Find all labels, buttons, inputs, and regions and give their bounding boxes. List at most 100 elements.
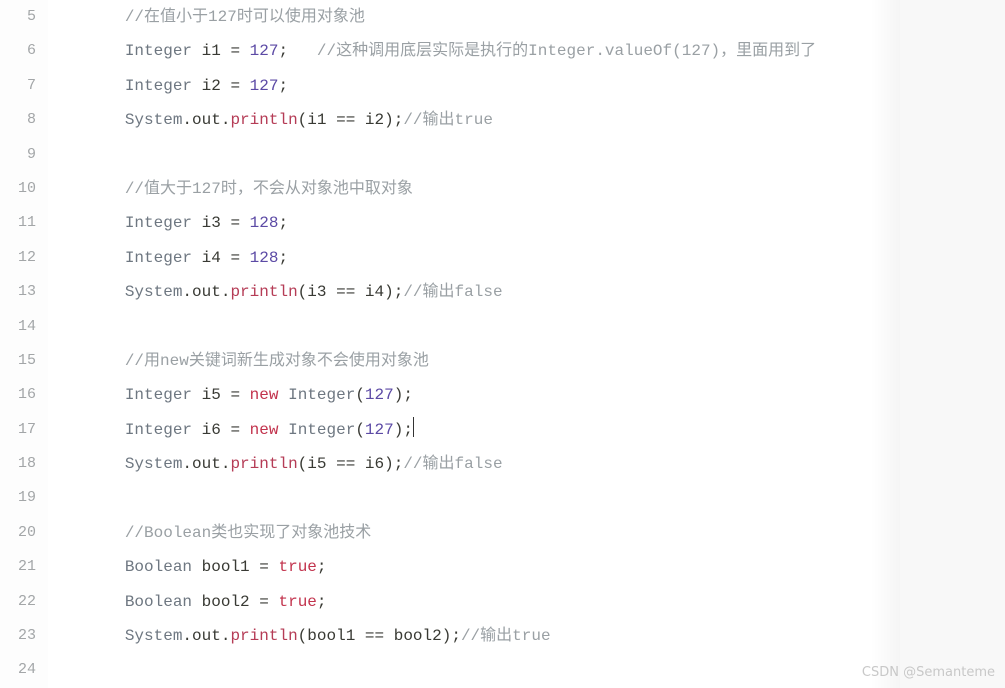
- code-token: ;: [278, 249, 288, 267]
- code-token: ;: [451, 627, 461, 645]
- code-line[interactable]: Boolean bool2 = true;: [48, 585, 1005, 619]
- code-line[interactable]: Integer i4 = 128;: [48, 241, 1005, 275]
- code-line[interactable]: Integer i2 = 127;: [48, 69, 1005, 103]
- code-token: i5: [202, 386, 221, 404]
- code-token: ;: [278, 77, 288, 95]
- code-token: ==: [336, 111, 355, 129]
- code-token: [192, 249, 202, 267]
- code-token: out: [192, 283, 221, 301]
- code-token: Integer: [288, 386, 355, 404]
- code-line[interactable]: //值大于127时，不会从对象池中取对象: [48, 172, 1005, 206]
- code-token: =: [230, 386, 240, 404]
- code-token: ;: [403, 386, 413, 404]
- code-token: .: [221, 283, 231, 301]
- code-token: Integer: [125, 214, 192, 232]
- code-token: i6: [365, 455, 384, 473]
- code-token: (: [298, 283, 308, 301]
- code-token: Integer: [125, 42, 192, 60]
- code-line[interactable]: System.out.println(i5 == i6);//输出false: [48, 447, 1005, 481]
- code-token: [240, 42, 250, 60]
- code-area[interactable]: //在值小于127时可以使用对象池 Integer i1 = 127; //这种…: [48, 0, 1005, 688]
- code-line[interactable]: [48, 310, 1005, 344]
- line-number: 24: [0, 653, 36, 687]
- code-token: //输出false: [403, 455, 502, 473]
- code-token: Integer: [125, 249, 192, 267]
- code-token: [240, 386, 250, 404]
- line-number: 11: [0, 206, 36, 240]
- code-token: i4: [202, 249, 221, 267]
- code-token: ): [384, 455, 394, 473]
- code-token: out: [192, 455, 221, 473]
- code-token: =: [259, 593, 269, 611]
- code-token: //用new关键词新生成对象不会使用对象池: [125, 352, 429, 370]
- code-token: [326, 111, 336, 129]
- code-token: [221, 214, 231, 232]
- code-token: [288, 42, 317, 60]
- code-token: [221, 421, 231, 439]
- code-token: [355, 627, 365, 645]
- code-token: new: [250, 386, 279, 404]
- line-number: 17: [0, 413, 36, 447]
- code-token: [278, 421, 288, 439]
- code-line[interactable]: [48, 481, 1005, 515]
- code-token: System: [125, 111, 183, 129]
- line-number: 21: [0, 550, 36, 584]
- code-line[interactable]: System.out.println(i3 == i4);//输出false: [48, 275, 1005, 309]
- code-token: =: [230, 214, 240, 232]
- line-number: 5: [0, 0, 36, 34]
- code-token: 128: [250, 214, 279, 232]
- code-line[interactable]: //用new关键词新生成对象不会使用对象池: [48, 344, 1005, 378]
- line-number: 9: [0, 138, 36, 172]
- code-line[interactable]: Integer i3 = 128;: [48, 206, 1005, 240]
- code-token: ;: [278, 214, 288, 232]
- code-token: ): [394, 386, 404, 404]
- code-token: true: [278, 558, 316, 576]
- line-number: 20: [0, 516, 36, 550]
- code-token: Integer: [288, 421, 355, 439]
- code-editor: 56789101112131415161718192021222324 //在值…: [0, 0, 1005, 688]
- code-token: ): [384, 111, 394, 129]
- line-number-gutter: 56789101112131415161718192021222324: [0, 0, 48, 688]
- line-number: 8: [0, 103, 36, 137]
- code-line[interactable]: //在值小于127时可以使用对象池: [48, 0, 1005, 34]
- code-token: ;: [317, 558, 327, 576]
- code-token: //在值小于127时可以使用对象池: [125, 8, 365, 26]
- watermark-text: CSDN @Semanteme: [862, 665, 995, 680]
- code-line[interactable]: Integer i5 = new Integer(127);: [48, 378, 1005, 412]
- code-token: .: [221, 455, 231, 473]
- code-token: //输出false: [403, 283, 502, 301]
- line-number: 23: [0, 619, 36, 653]
- code-token: ;: [394, 283, 404, 301]
- code-token: //值大于127时，不会从对象池中取对象: [125, 180, 413, 198]
- code-token: println: [230, 283, 297, 301]
- code-line[interactable]: Integer i6 = new Integer(127);: [48, 413, 1005, 447]
- code-token: ;: [317, 593, 327, 611]
- code-token: [221, 249, 231, 267]
- code-token: new: [250, 421, 279, 439]
- code-line[interactable]: Boolean bool1 = true;: [48, 550, 1005, 584]
- code-token: [221, 42, 231, 60]
- code-token: i4: [365, 283, 384, 301]
- code-line[interactable]: //Boolean类也实现了对象池技术: [48, 516, 1005, 550]
- code-token: //Boolean类也实现了对象池技术: [125, 524, 371, 542]
- code-token: [326, 455, 336, 473]
- code-token: [250, 558, 260, 576]
- code-token: (: [298, 111, 308, 129]
- code-token: [192, 593, 202, 611]
- code-token: i2: [202, 77, 221, 95]
- code-token: (: [298, 455, 308, 473]
- code-token: i5: [307, 455, 326, 473]
- code-token: [192, 558, 202, 576]
- code-token: i3: [307, 283, 326, 301]
- code-line[interactable]: [48, 138, 1005, 172]
- code-line[interactable]: Integer i1 = 127; //这种调用底层实际是执行的Integer.…: [48, 34, 1005, 68]
- code-token: [192, 214, 202, 232]
- code-token: i1: [202, 42, 221, 60]
- code-line[interactable]: System.out.println(i1 == i2);//输出true: [48, 103, 1005, 137]
- code-token: [326, 283, 336, 301]
- line-number: 18: [0, 447, 36, 481]
- code-line[interactable]: System.out.println(bool1 == bool2);//输出t…: [48, 619, 1005, 653]
- code-token: [221, 77, 231, 95]
- line-number: 22: [0, 585, 36, 619]
- code-token: [240, 214, 250, 232]
